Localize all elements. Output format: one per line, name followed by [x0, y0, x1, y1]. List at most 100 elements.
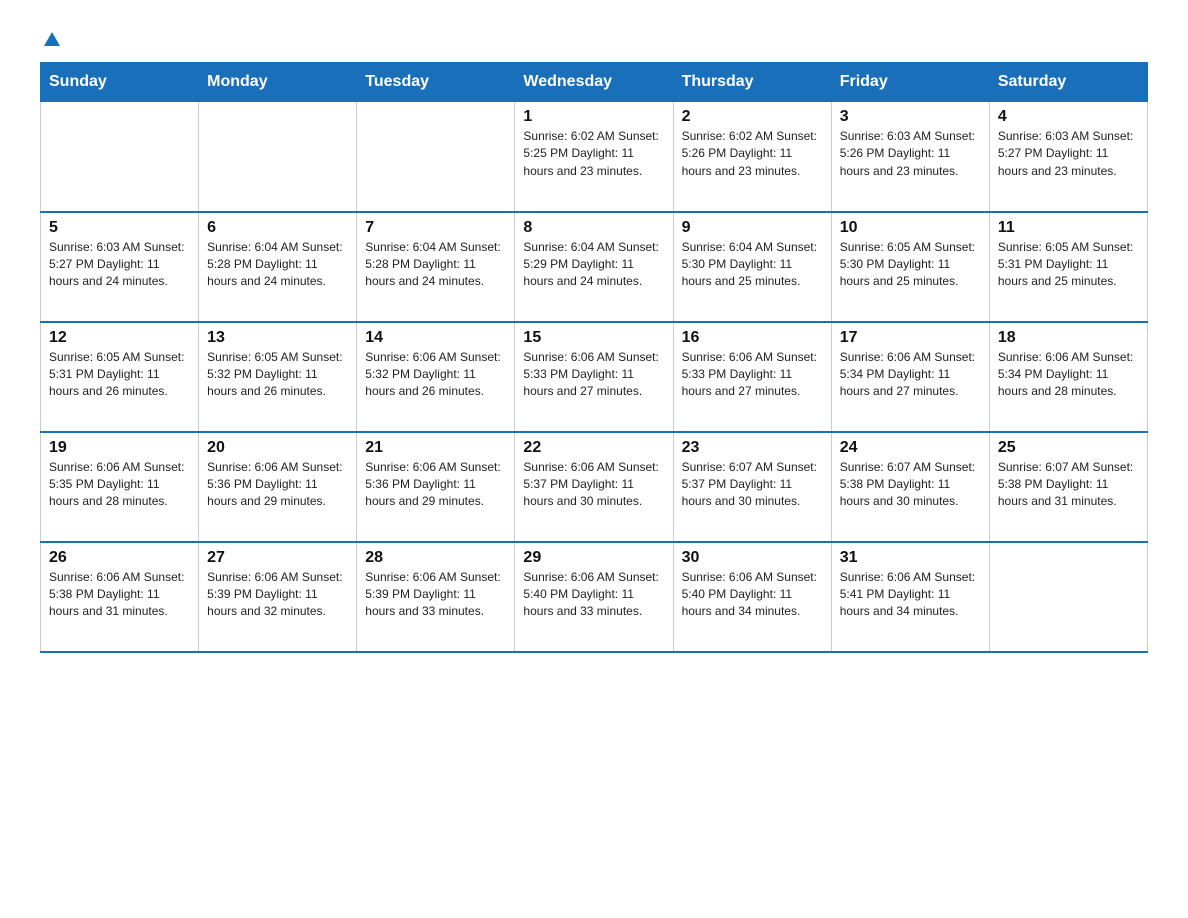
- day-number: 8: [523, 219, 664, 237]
- day-number: 19: [49, 439, 190, 457]
- day-number: 1: [523, 108, 664, 126]
- day-number: 17: [840, 329, 981, 347]
- calendar-cell: 14 Sunrise: 6:06 AM Sunset: 5:32 PM Dayli…: [357, 322, 515, 432]
- column-header-sunday: Sunday: [41, 63, 199, 102]
- day-number: 31: [840, 549, 981, 567]
- day-info: Sunrise: 6:06 AM Sunset: 5:41 PM Dayligh…: [840, 569, 981, 621]
- day-info: Sunrise: 6:06 AM Sunset: 5:39 PM Dayligh…: [207, 569, 348, 621]
- day-info: Sunrise: 6:05 AM Sunset: 5:30 PM Dayligh…: [840, 239, 981, 291]
- day-info: Sunrise: 6:06 AM Sunset: 5:38 PM Dayligh…: [49, 569, 190, 621]
- day-info: Sunrise: 6:06 AM Sunset: 5:39 PM Dayligh…: [365, 569, 506, 621]
- logo: [40, 30, 62, 50]
- day-number: 28: [365, 549, 506, 567]
- day-info: Sunrise: 6:04 AM Sunset: 5:29 PM Dayligh…: [523, 239, 664, 291]
- calendar-cell: 31 Sunrise: 6:06 AM Sunset: 5:41 PM Dayli…: [831, 542, 989, 652]
- day-number: 27: [207, 549, 348, 567]
- column-header-tuesday: Tuesday: [357, 63, 515, 102]
- calendar-cell: 21 Sunrise: 6:06 AM Sunset: 5:36 PM Dayli…: [357, 432, 515, 542]
- day-number: 29: [523, 549, 664, 567]
- day-number: 30: [682, 549, 823, 567]
- day-number: 7: [365, 219, 506, 237]
- calendar-cell: 15 Sunrise: 6:06 AM Sunset: 5:33 PM Dayli…: [515, 322, 673, 432]
- calendar-cell: 1Sunrise: 6:02 AM Sunset: 5:25 PM Daylig…: [515, 102, 673, 212]
- calendar-cell: 24 Sunrise: 6:07 AM Sunset: 5:38 PM Dayli…: [831, 432, 989, 542]
- calendar-cell: 7 Sunrise: 6:04 AM Sunset: 5:28 PM Daylig…: [357, 212, 515, 322]
- day-info: Sunrise: 6:04 AM Sunset: 5:28 PM Dayligh…: [365, 239, 506, 291]
- day-info: Sunrise: 6:04 AM Sunset: 5:30 PM Dayligh…: [682, 239, 823, 291]
- day-number: 25: [998, 439, 1139, 457]
- calendar-week-row: 5 Sunrise: 6:03 AM Sunset: 5:27 PM Daylig…: [41, 212, 1148, 322]
- calendar-cell: 3 Sunrise: 6:03 AM Sunset: 5:26 PM Daylig…: [831, 102, 989, 212]
- day-number: 5: [49, 219, 190, 237]
- calendar-cell: [41, 102, 199, 212]
- calendar-cell: [357, 102, 515, 212]
- day-info: Sunrise: 6:06 AM Sunset: 5:34 PM Dayligh…: [998, 349, 1139, 401]
- day-info: Sunrise: 6:07 AM Sunset: 5:38 PM Dayligh…: [840, 459, 981, 511]
- day-info: Sunrise: 6:03 AM Sunset: 5:26 PM Dayligh…: [840, 128, 981, 180]
- day-number: 20: [207, 439, 348, 457]
- calendar-cell: 19Sunrise: 6:06 AM Sunset: 5:35 PM Dayli…: [41, 432, 199, 542]
- calendar-cell: 26 Sunrise: 6:06 AM Sunset: 5:38 PM Dayli…: [41, 542, 199, 652]
- day-number: 6: [207, 219, 348, 237]
- calendar-cell: 29 Sunrise: 6:06 AM Sunset: 5:40 PM Dayli…: [515, 542, 673, 652]
- day-number: 10: [840, 219, 981, 237]
- column-header-friday: Friday: [831, 63, 989, 102]
- calendar-cell: 2 Sunrise: 6:02 AM Sunset: 5:26 PM Daylig…: [673, 102, 831, 212]
- day-number: 12: [49, 329, 190, 347]
- day-info: Sunrise: 6:06 AM Sunset: 5:36 PM Dayligh…: [365, 459, 506, 511]
- day-number: 3: [840, 108, 981, 126]
- day-number: 26: [49, 549, 190, 567]
- calendar-cell: 22 Sunrise: 6:06 AM Sunset: 5:37 PM Dayli…: [515, 432, 673, 542]
- day-number: 4: [998, 108, 1139, 126]
- day-number: 24: [840, 439, 981, 457]
- day-info: Sunrise: 6:07 AM Sunset: 5:38 PM Dayligh…: [998, 459, 1139, 511]
- calendar-cell: [989, 542, 1147, 652]
- calendar-header-row: SundayMondayTuesdayWednesdayThursdayFrid…: [41, 63, 1148, 102]
- calendar-cell: 28 Sunrise: 6:06 AM Sunset: 5:39 PM Dayli…: [357, 542, 515, 652]
- logo-triangle-icon: [42, 30, 62, 50]
- day-number: 22: [523, 439, 664, 457]
- day-number: 2: [682, 108, 823, 126]
- calendar-cell: 16 Sunrise: 6:06 AM Sunset: 5:33 PM Dayli…: [673, 322, 831, 432]
- calendar-cell: [199, 102, 357, 212]
- calendar-cell: 8 Sunrise: 6:04 AM Sunset: 5:29 PM Daylig…: [515, 212, 673, 322]
- day-info: Sunrise: 6:06 AM Sunset: 5:33 PM Dayligh…: [523, 349, 664, 401]
- calendar-week-row: 1Sunrise: 6:02 AM Sunset: 5:25 PM Daylig…: [41, 102, 1148, 212]
- calendar-cell: 11 Sunrise: 6:05 AM Sunset: 5:31 PM Dayli…: [989, 212, 1147, 322]
- day-info: Sunrise: 6:05 AM Sunset: 5:32 PM Dayligh…: [207, 349, 348, 401]
- day-number: 15: [523, 329, 664, 347]
- day-info: Sunrise: 6:06 AM Sunset: 5:40 PM Dayligh…: [523, 569, 664, 621]
- calendar-cell: 6 Sunrise: 6:04 AM Sunset: 5:28 PM Daylig…: [199, 212, 357, 322]
- calendar-table: SundayMondayTuesdayWednesdayThursdayFrid…: [40, 62, 1148, 653]
- calendar-cell: 5 Sunrise: 6:03 AM Sunset: 5:27 PM Daylig…: [41, 212, 199, 322]
- calendar-cell: 25 Sunrise: 6:07 AM Sunset: 5:38 PM Dayli…: [989, 432, 1147, 542]
- day-number: 21: [365, 439, 506, 457]
- day-info: Sunrise: 6:06 AM Sunset: 5:33 PM Dayligh…: [682, 349, 823, 401]
- day-info: Sunrise: 6:03 AM Sunset: 5:27 PM Dayligh…: [49, 239, 190, 291]
- column-header-thursday: Thursday: [673, 63, 831, 102]
- day-number: 16: [682, 329, 823, 347]
- day-number: 13: [207, 329, 348, 347]
- day-number: 23: [682, 439, 823, 457]
- day-info: Sunrise: 6:06 AM Sunset: 5:37 PM Dayligh…: [523, 459, 664, 511]
- day-info: Sunrise: 6:05 AM Sunset: 5:31 PM Dayligh…: [998, 239, 1139, 291]
- column-header-monday: Monday: [199, 63, 357, 102]
- calendar-cell: 12Sunrise: 6:05 AM Sunset: 5:31 PM Dayli…: [41, 322, 199, 432]
- page-header: [40, 30, 1148, 50]
- column-header-saturday: Saturday: [989, 63, 1147, 102]
- day-info: Sunrise: 6:02 AM Sunset: 5:26 PM Dayligh…: [682, 128, 823, 180]
- calendar-cell: 9 Sunrise: 6:04 AM Sunset: 5:30 PM Daylig…: [673, 212, 831, 322]
- calendar-cell: 23Sunrise: 6:07 AM Sunset: 5:37 PM Dayli…: [673, 432, 831, 542]
- day-number: 9: [682, 219, 823, 237]
- calendar-week-row: 12Sunrise: 6:05 AM Sunset: 5:31 PM Dayli…: [41, 322, 1148, 432]
- day-info: Sunrise: 6:06 AM Sunset: 5:32 PM Dayligh…: [365, 349, 506, 401]
- day-info: Sunrise: 6:06 AM Sunset: 5:40 PM Dayligh…: [682, 569, 823, 621]
- day-number: 14: [365, 329, 506, 347]
- calendar-cell: 4Sunrise: 6:03 AM Sunset: 5:27 PM Daylig…: [989, 102, 1147, 212]
- calendar-week-row: 19Sunrise: 6:06 AM Sunset: 5:35 PM Dayli…: [41, 432, 1148, 542]
- day-info: Sunrise: 6:04 AM Sunset: 5:28 PM Dayligh…: [207, 239, 348, 291]
- day-number: 11: [998, 219, 1139, 237]
- calendar-cell: 17Sunrise: 6:06 AM Sunset: 5:34 PM Dayli…: [831, 322, 989, 432]
- day-info: Sunrise: 6:06 AM Sunset: 5:36 PM Dayligh…: [207, 459, 348, 511]
- calendar-cell: 10 Sunrise: 6:05 AM Sunset: 5:30 PM Dayli…: [831, 212, 989, 322]
